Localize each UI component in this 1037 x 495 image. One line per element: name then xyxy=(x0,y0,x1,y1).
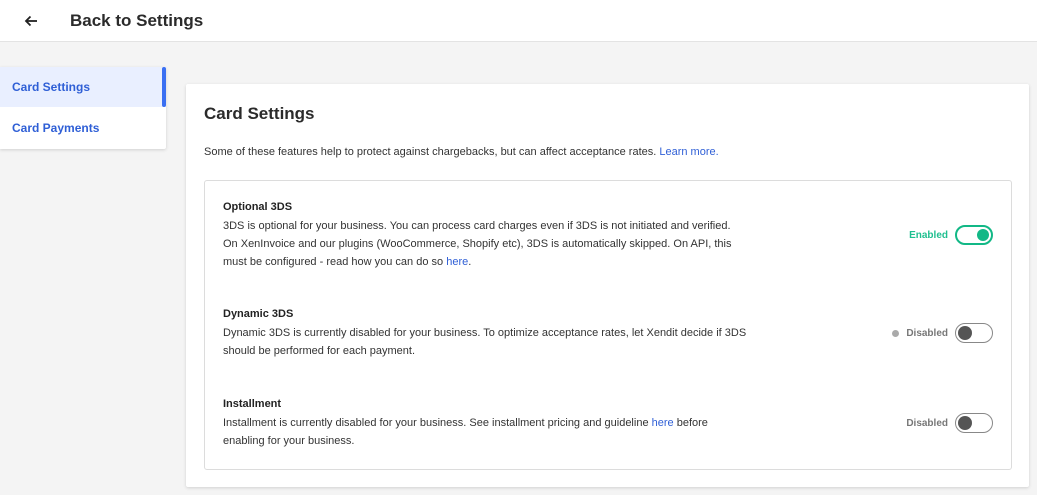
feature-dynamic-3ds: Dynamic 3DS Dynamic 3DS is currently dis… xyxy=(223,308,823,360)
feature-description: Dynamic 3DS is currently disabled for yo… xyxy=(223,324,803,360)
description-line: must be configured - read how you can do… xyxy=(223,253,803,271)
page-title: Card Settings xyxy=(204,104,315,123)
description-text: . xyxy=(468,256,472,268)
feature-description: Installment is currently disabled for yo… xyxy=(223,414,803,450)
description-text: must be configured - read how you can do… xyxy=(223,256,444,268)
status-label: Disabled xyxy=(906,417,948,429)
toggle-knob xyxy=(977,229,989,241)
features-box: Optional 3DS 3DS is optional for your bu… xyxy=(204,180,1012,470)
feature-description: 3DS is optional for your business. You c… xyxy=(223,217,803,271)
description-text: before xyxy=(676,417,708,429)
back-to-settings-link[interactable]: Back to Settings xyxy=(70,11,203,31)
description-line: Dynamic 3DS is currently disabled for yo… xyxy=(223,327,747,339)
sidebar: Card Settings Card Payments xyxy=(0,67,166,149)
installment-toggle-group: Disabled xyxy=(906,413,993,433)
status-label: Disabled xyxy=(906,327,948,339)
dynamic-3ds-toggle[interactable] xyxy=(955,323,993,343)
sidebar-item-label: Card Settings xyxy=(12,80,91,94)
description-line: should be performed for each payment. xyxy=(223,345,416,357)
here-link[interactable]: here xyxy=(652,417,674,429)
sidebar-item-card-payments[interactable]: Card Payments xyxy=(0,108,166,148)
info-icon[interactable] xyxy=(892,329,900,337)
subtitle-text: Some of these features help to protect a… xyxy=(204,146,657,158)
here-link[interactable]: here xyxy=(446,256,468,268)
description-line: Installment is currently disabled for yo… xyxy=(223,414,803,432)
toggle-knob xyxy=(958,416,972,430)
sidebar-item-label: Card Payments xyxy=(12,121,100,135)
description-line: On XenInvoice and our plugins (WooCommer… xyxy=(223,238,732,250)
learn-more-link[interactable]: Learn more. xyxy=(659,146,718,158)
optional-3ds-toggle[interactable] xyxy=(955,225,993,245)
status-label: Enabled xyxy=(909,229,948,241)
feature-installment: Installment Installment is currently dis… xyxy=(223,398,823,450)
description-text: Installment is currently disabled for yo… xyxy=(223,417,649,429)
top-bar: Back to Settings xyxy=(0,0,1037,42)
installment-toggle[interactable] xyxy=(955,413,993,433)
arrow-left-icon[interactable] xyxy=(22,11,42,31)
feature-title: Installment xyxy=(223,398,282,410)
toggle-knob xyxy=(958,326,972,340)
description-line: 3DS is optional for your business. You c… xyxy=(223,220,731,232)
feature-title: Optional 3DS xyxy=(223,201,293,213)
feature-title: Dynamic 3DS xyxy=(223,308,294,320)
description-line: enabling for your business. xyxy=(223,435,355,447)
sidebar-item-card-settings[interactable]: Card Settings xyxy=(0,67,166,107)
page-subtitle: Some of these features help to protect a… xyxy=(204,146,719,158)
optional-3ds-toggle-group: Enabled xyxy=(909,225,993,245)
feature-optional-3ds: Optional 3DS 3DS is optional for your bu… xyxy=(223,201,823,271)
card-settings-panel: Card Settings Some of these features hel… xyxy=(186,84,1029,487)
dynamic-3ds-toggle-group: Disabled xyxy=(892,323,993,343)
